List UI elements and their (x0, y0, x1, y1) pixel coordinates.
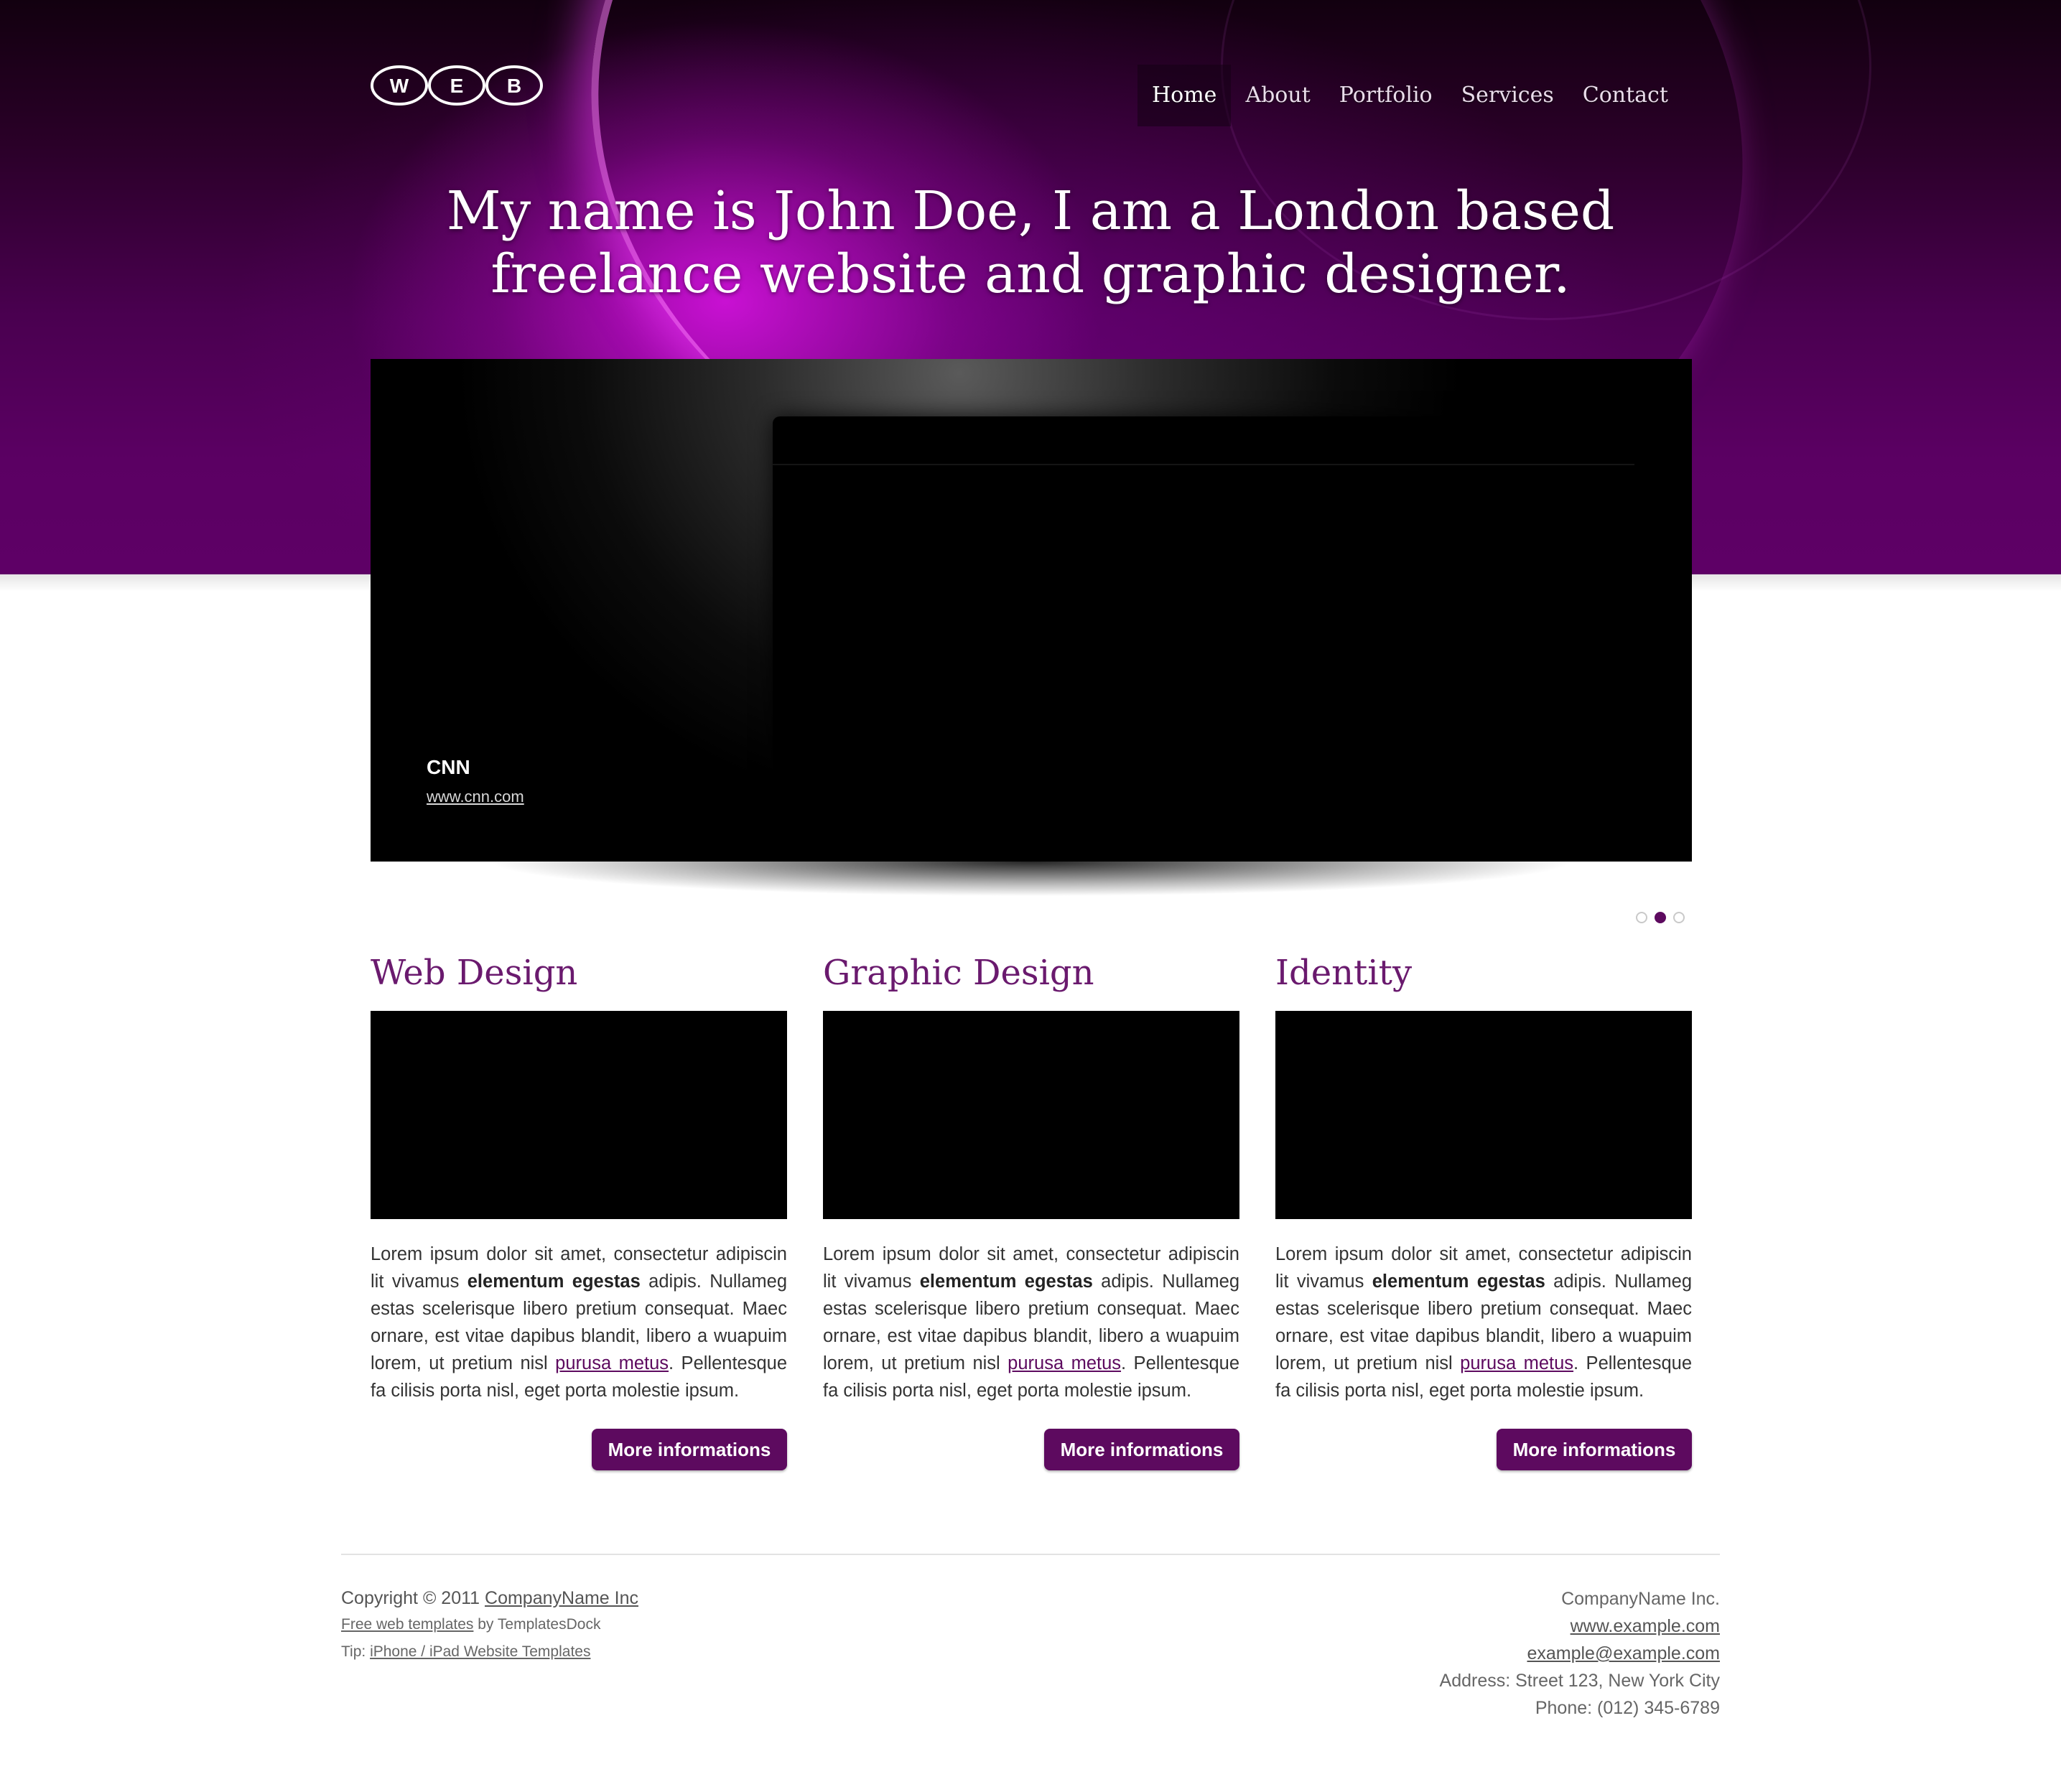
column-thumbnail[interactable] (1275, 1011, 1692, 1219)
column-thumbnail[interactable] (371, 1011, 787, 1219)
column-text-link[interactable]: purusa metus (555, 1353, 669, 1373)
footer-templates-link[interactable]: Free web templates (341, 1616, 473, 1633)
footer-phone: Phone: (012) 345-6789 (1535, 1698, 1720, 1718)
column-text-link[interactable]: purusa metus (1008, 1353, 1121, 1373)
column-text: Lorem ipsum dolor sit amet, consectetur … (1275, 1244, 1693, 1401)
footer-templates-credit: Free web templates by TemplatesDock (341, 1616, 601, 1633)
nav-contact[interactable]: Contact (1568, 65, 1683, 126)
slider-dot-3[interactable] (1673, 912, 1685, 923)
more-informations-button[interactable]: More informations (1044, 1429, 1239, 1470)
web-logo[interactable]: W E B (371, 65, 543, 106)
portfolio-slider[interactable]: CNN www.cnn.com (371, 359, 1692, 862)
footer-tip: Tip: iPhone / iPad Website Templates (341, 1643, 591, 1660)
hero-headline-line-1: My name is John Doe, I am a London based (446, 180, 1615, 242)
column-heading: Graphic Design (823, 953, 1094, 993)
footer-address: Address: Street 123, New York City (1439, 1671, 1720, 1691)
logo-letter-e: E (450, 75, 464, 97)
column-text-link[interactable]: purusa metus (1460, 1353, 1573, 1373)
column-heading: Web Design (371, 953, 578, 993)
footer-company-link[interactable]: CompanyName Inc (485, 1588, 638, 1608)
nav-home[interactable]: Home (1137, 65, 1232, 126)
service-column-identity: Identity Lorem ipsum dolor sit amet, con… (1275, 948, 1692, 1470)
logo-letter-b: B (507, 75, 521, 97)
nav-portfolio[interactable]: Portfolio (1325, 65, 1447, 126)
nav-about[interactable]: About (1231, 65, 1324, 126)
slider-dot-2[interactable] (1655, 912, 1666, 923)
column-text: Lorem ipsum dolor sit amet, consectetur … (823, 1244, 1240, 1401)
footer-copyright: Copyright © 2011 CompanyName Inc (341, 1588, 638, 1608)
slider-shadow (371, 854, 1692, 912)
footer-left: Copyright © 2011 CompanyName Inc Free we… (341, 1585, 638, 1666)
service-column-graphic-design: Graphic Design Lorem ipsum dolor sit ame… (823, 948, 1239, 1470)
more-informations-button[interactable]: More informations (592, 1429, 787, 1470)
footer-company-name: CompanyName Inc. (1561, 1589, 1720, 1609)
nav-services[interactable]: Services (1447, 65, 1568, 126)
column-heading: Identity (1275, 953, 1413, 993)
footer-email-link[interactable]: example@example.com (1440, 1640, 1720, 1667)
footer-divider (341, 1554, 1720, 1555)
column-text: Lorem ipsum dolor sit amet, consectetur … (371, 1244, 788, 1401)
logo-letter-w: W (390, 75, 409, 97)
footer-website-link[interactable]: www.example.com (1440, 1613, 1720, 1640)
service-column-web-design: Web Design Lorem ipsum dolor sit amet, c… (371, 948, 787, 1470)
slide-screen-image (773, 416, 1634, 862)
slide-link[interactable]: www.cnn.com (427, 788, 524, 806)
main-nav: Home About Portfolio Services Contact (1137, 65, 1683, 126)
slider-dot-1[interactable] (1636, 912, 1647, 923)
hero-headline-line-2: freelance website and graphic designer. (490, 243, 1571, 305)
hero-headline: My name is John Doe, I am a London based… (330, 179, 1731, 306)
slide-screen-topbar (773, 416, 1634, 465)
slide-title: CNN (427, 756, 470, 778)
column-thumbnail[interactable] (823, 1011, 1239, 1219)
footer-tip-link[interactable]: iPhone / iPad Website Templates (370, 1643, 590, 1660)
footer-contact: CompanyName Inc. www.example.com example… (1440, 1585, 1720, 1722)
slider-pagination (1636, 912, 1685, 923)
more-informations-button[interactable]: More informations (1497, 1429, 1692, 1470)
